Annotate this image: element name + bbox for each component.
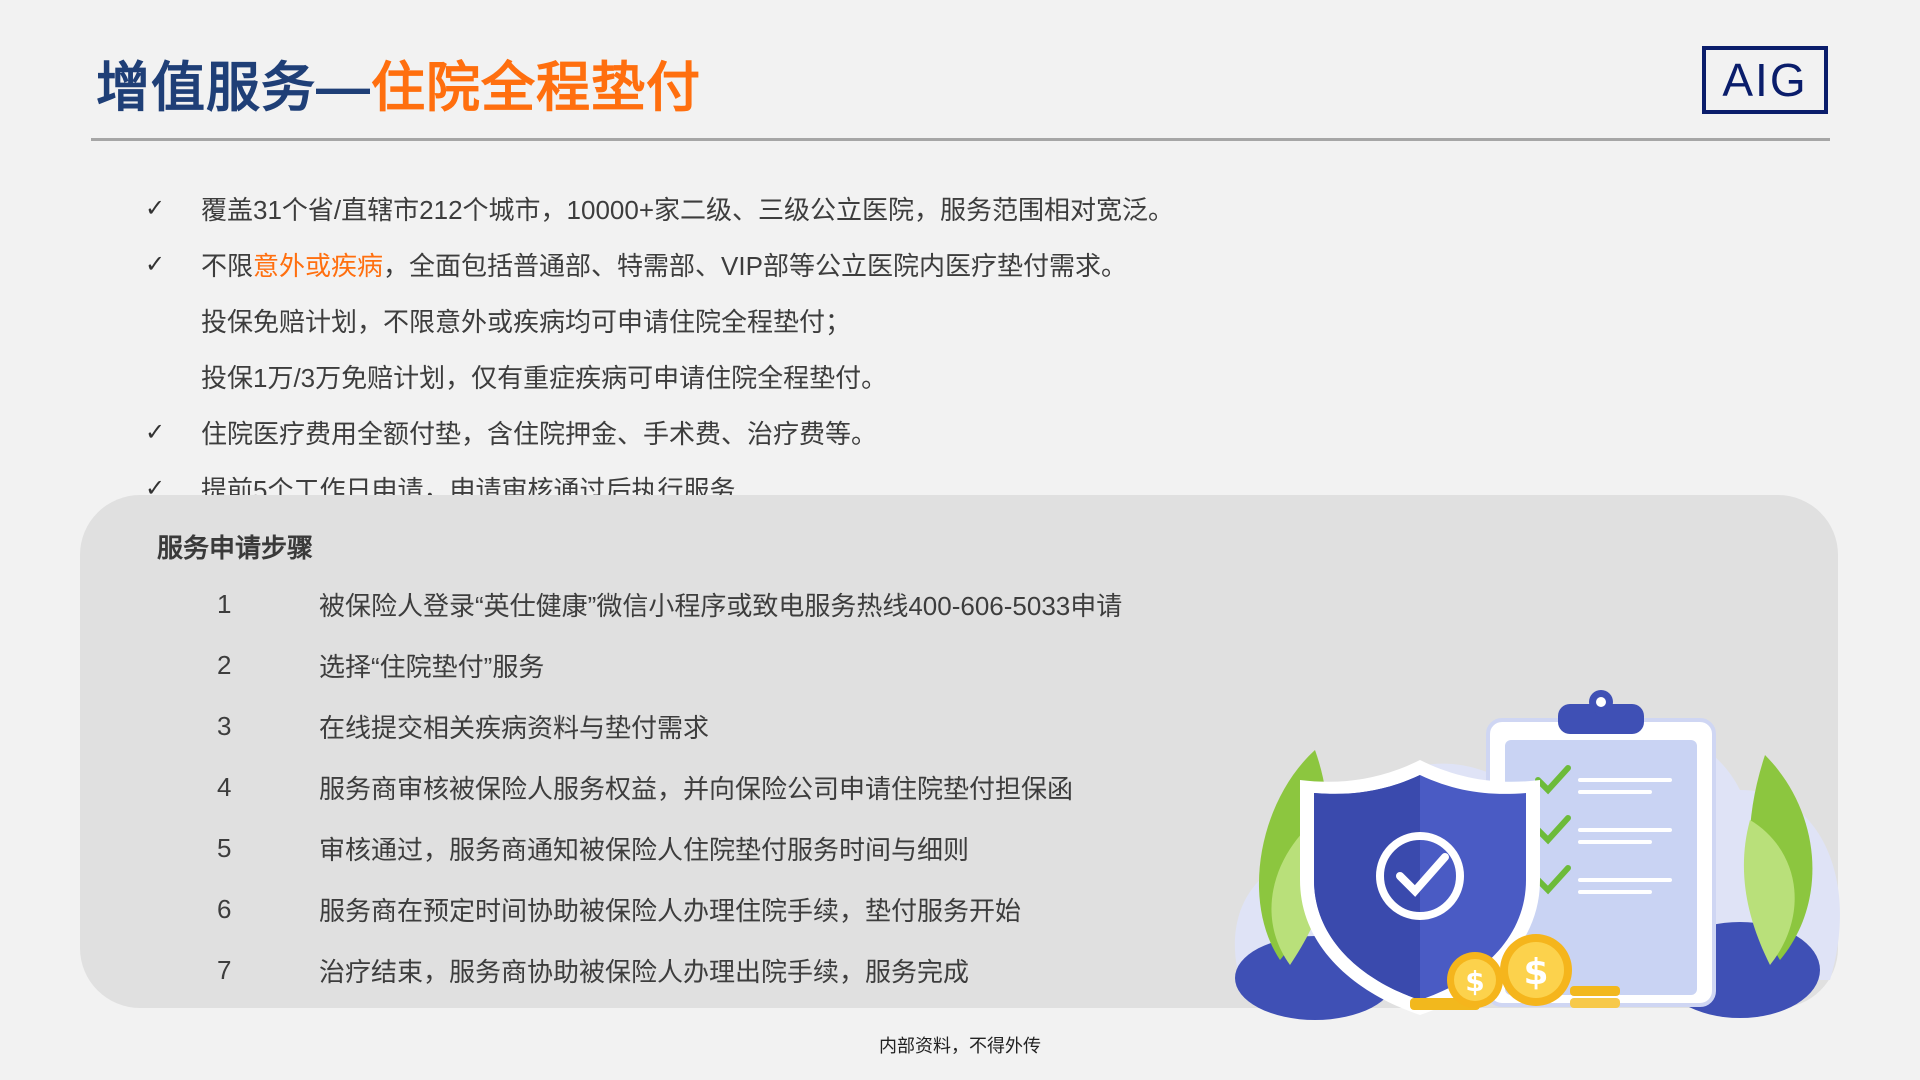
step-text: 被保险人登录“英仕健康”微信小程序或致电服务热线400-606-5033申请 bbox=[319, 591, 1123, 621]
check-icon: ✓ bbox=[145, 418, 166, 446]
feature-text-highlight: 意外或疾病 bbox=[253, 250, 384, 281]
step-number: 2 bbox=[217, 650, 232, 680]
steps-list: 1 被保险人登录“英仕健康”微信小程序或致电服务热线400-606-5033申请 … bbox=[205, 574, 1122, 1001]
feature-text: 住院医疗费用全额付垫，含住院押金、手术费、治疗费等。 bbox=[201, 418, 878, 449]
page-title-highlight: 住院全程垫付 bbox=[371, 58, 701, 118]
aig-logo-text: AIG bbox=[1722, 54, 1808, 106]
step-row: 3 在线提交相关疾病资料与垫付需求 bbox=[205, 696, 1122, 757]
feature-list: ✓ 覆盖31个省/直辖市212个城市，10000+家二级、三级公立医院，服务范围… bbox=[145, 180, 1345, 516]
insurance-illustration: $ $ bbox=[1234, 690, 1840, 1020]
step-row: 6 服务商在预定时间协助被保险人办理住院手续，垫付服务开始 bbox=[205, 879, 1122, 940]
step-row: 5 审核通过，服务商通知被保险人住院垫付服务时间与细则 bbox=[205, 818, 1122, 879]
step-text: 在线提交相关疾病资料与垫付需求 bbox=[319, 713, 710, 743]
steps-title: 服务申请步骤 bbox=[157, 533, 314, 563]
feature-subitem: 投保免赔计划，不限意外或疾病均可申请住院全程垫付； bbox=[145, 292, 1345, 348]
step-row: 7 治疗结束，服务商协助被保险人办理出院手续，服务完成 bbox=[205, 940, 1122, 1001]
step-row: 2 选择“住院垫付”服务 bbox=[205, 635, 1122, 696]
feature-item: ✓ 住院医疗费用全额付垫，含住院押金、手术费、治疗费等。 bbox=[145, 404, 1345, 460]
svg-text:$: $ bbox=[1523, 952, 1548, 993]
check-icon: ✓ bbox=[145, 194, 166, 222]
step-text: 选择“住院垫付”服务 bbox=[319, 652, 545, 682]
step-text: 服务商审核被保险人服务权益，并向保险公司申请住院垫付担保函 bbox=[319, 774, 1074, 804]
feature-text-prefix: 不限 bbox=[201, 250, 254, 281]
aig-logo: AIG bbox=[1702, 46, 1828, 114]
feature-item: ✓ 不限意外或疾病，全面包括普通部、特需部、VIP部等公立医院内医疗垫付需求。 bbox=[145, 236, 1345, 292]
feature-subitem: 投保1万/3万免赔计划，仅有重症疾病可申请住院全程垫付。 bbox=[145, 348, 1345, 404]
step-row: 1 被保险人登录“英仕健康”微信小程序或致电服务热线400-606-5033申请 bbox=[205, 574, 1122, 635]
page-title-main: 增值服务— bbox=[96, 58, 371, 118]
feature-text-suffix: ，全面包括普通部、特需部、VIP部等公立医院内医疗垫付需求。 bbox=[383, 250, 1127, 281]
title-divider bbox=[91, 138, 1830, 141]
footer-note: 内部资料，不得外传 bbox=[879, 1036, 1041, 1056]
step-text: 审核通过，服务商通知被保险人住院垫付服务时间与细则 bbox=[319, 835, 970, 865]
feature-subtext: 投保1万/3万免赔计划，仅有重症疾病可申请住院全程垫付。 bbox=[201, 362, 888, 393]
check-icon: ✓ bbox=[145, 250, 166, 278]
step-number: 3 bbox=[217, 711, 232, 741]
feature-text: 覆盖31个省/直辖市212个城市，10000+家二级、三级公立医院，服务范围相对… bbox=[201, 194, 1175, 225]
step-text: 治疗结束，服务商协助被保险人办理出院手续，服务完成 bbox=[319, 957, 970, 987]
feature-subtext: 投保免赔计划，不限意外或疾病均可申请住院全程垫付； bbox=[201, 306, 852, 337]
step-number: 4 bbox=[217, 772, 232, 802]
feature-text: 不限意外或疾病，全面包括普通部、特需部、VIP部等公立医院内医疗垫付需求。 bbox=[201, 246, 1127, 283]
step-row: 4 服务商审核被保险人服务权益，并向保险公司申请住院垫付担保函 bbox=[205, 757, 1122, 818]
step-number: 7 bbox=[217, 955, 232, 985]
step-number: 5 bbox=[217, 833, 232, 863]
feature-item: ✓ 覆盖31个省/直辖市212个城市，10000+家二级、三级公立医院，服务范围… bbox=[145, 180, 1345, 236]
page-title: 增值服务—住院全程垫付 bbox=[96, 52, 701, 124]
step-text: 服务商在预定时间协助被保险人办理住院手续，垫付服务开始 bbox=[319, 896, 1022, 926]
step-number: 6 bbox=[217, 894, 232, 924]
svg-text:$: $ bbox=[1465, 965, 1484, 998]
step-number: 1 bbox=[217, 589, 232, 619]
